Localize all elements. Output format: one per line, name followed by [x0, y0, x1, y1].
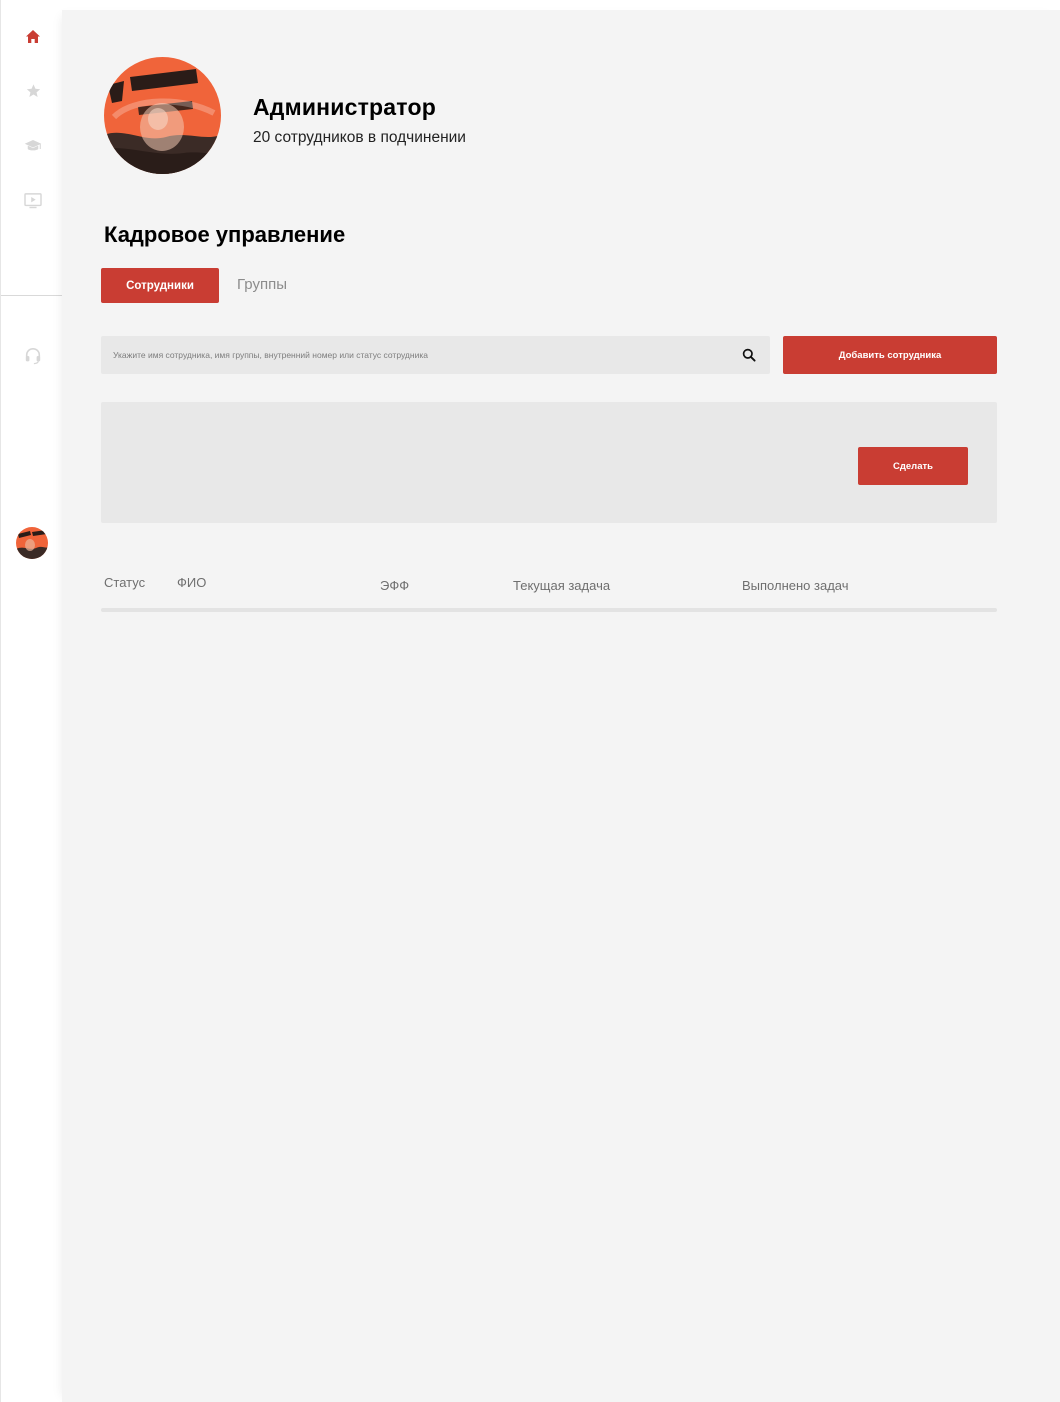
- column-header-efficiency[interactable]: ЭФФ: [380, 578, 409, 593]
- column-header-name[interactable]: ФИО: [177, 575, 206, 590]
- tab-groups[interactable]: Группы: [237, 276, 287, 293]
- headset-icon[interactable]: [22, 345, 44, 367]
- tab-employees[interactable]: Сотрудники: [101, 268, 219, 303]
- section-title: Кадровое управление: [104, 222, 346, 247]
- profile-avatar: [104, 57, 221, 174]
- main-panel: Администратор 20 сотрудников в подчинени…: [62, 10, 1060, 1402]
- column-header-current-task[interactable]: Текущая задача: [513, 578, 610, 593]
- star-icon[interactable]: [22, 80, 44, 102]
- search-input[interactable]: [113, 336, 733, 374]
- profile-name: Администратор: [253, 94, 436, 120]
- search-box: [101, 336, 770, 374]
- home-icon[interactable]: [22, 25, 44, 47]
- do-button[interactable]: Сделать: [858, 447, 968, 485]
- add-employee-button[interactable]: Добавить сотрудника: [783, 336, 997, 374]
- app-window: Администратор 20 сотрудников в подчинени…: [0, 0, 1060, 1402]
- action-panel: Сделать: [101, 402, 997, 523]
- sidebar: [0, 0, 63, 1402]
- sidebar-divider: [1, 295, 63, 296]
- column-header-status[interactable]: Статус: [104, 575, 145, 590]
- column-header-completed-tasks[interactable]: Выполнено задач: [742, 578, 849, 593]
- table-header-divider: [101, 608, 997, 612]
- search-icon[interactable]: [742, 348, 756, 362]
- graduation-cap-icon[interactable]: [22, 135, 44, 157]
- profile-subordinates-count: 20 сотрудников в подчинении: [253, 129, 466, 146]
- user-avatar-small[interactable]: [16, 527, 48, 559]
- video-play-icon[interactable]: [22, 190, 44, 212]
